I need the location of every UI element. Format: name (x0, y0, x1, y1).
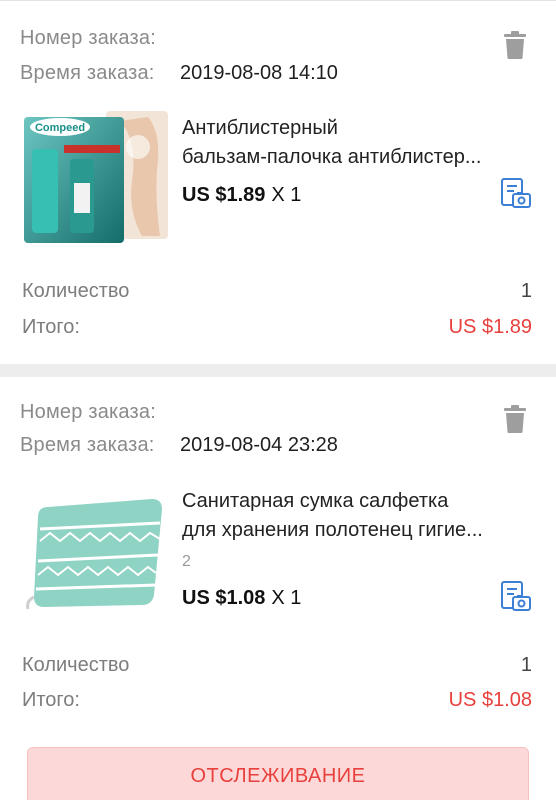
order-card: Номер заказа: Время заказа: 2019-08-08 1… (0, 0, 556, 364)
variant-text: 2 (182, 553, 191, 570)
product-title[interactable]: Антиблистерный бальзам-палочка антиблист… (182, 114, 534, 172)
item-quantity: X 1 (271, 587, 302, 609)
photo-review-icon[interactable] (500, 177, 532, 209)
order-time-value: 2019-08-04 23:28 (180, 434, 338, 456)
order-number-label: Номер заказа: (20, 401, 156, 423)
orders-page: Номер заказа: Время заказа: 2019-08-08 1… (0, 0, 556, 800)
order-time-label: Время заказа: (20, 434, 155, 456)
track-order-button[interactable]: ОТСЛЕЖИВАНИЕ (27, 747, 529, 800)
quantity-value: 1 (520, 280, 532, 302)
product-title[interactable]: Санитарная сумка салфетка для хранения п… (182, 487, 534, 545)
order-time-label: Время заказа: (20, 62, 155, 84)
total-label: Итого: (22, 689, 80, 711)
product-image[interactable] (20, 477, 170, 627)
item-price: US $1.89 (182, 184, 266, 206)
brand-logo-text: Compeed (35, 122, 85, 134)
trash-icon[interactable] (504, 405, 526, 433)
product-title-line: бальзам-палочка антиблистер... (182, 146, 482, 168)
product-image-graphic: Compeed (20, 101, 170, 251)
trash-icon[interactable] (504, 31, 526, 59)
product-title-line: Санитарная сумка салфетка (182, 490, 449, 512)
product-title-line: для хранения полотенец гигие... (182, 519, 483, 541)
quantity-label: Количество (22, 280, 130, 302)
total-value: US $1.08 (448, 689, 532, 711)
quantity-value: 1 (520, 654, 532, 676)
photo-review-icon[interactable] (500, 580, 532, 612)
item-quantity: X 1 (271, 184, 302, 206)
order-time-value: 2019-08-08 14:10 (180, 62, 338, 84)
price-row: US $1.89 X 1 (182, 184, 301, 207)
price-row: US $1.08 X 1 (182, 587, 301, 610)
order-card: Номер заказа: Время заказа: 2019-08-04 2… (0, 377, 556, 800)
product-image-graphic (20, 477, 170, 627)
order-number-label: Номер заказа: (20, 27, 156, 49)
total-value: US $1.89 (448, 316, 532, 338)
product-image[interactable]: Compeed (20, 101, 170, 251)
item-price: US $1.08 (182, 587, 266, 609)
product-title-line: Антиблистерный (182, 117, 338, 139)
quantity-label: Количество (22, 654, 130, 676)
total-label: Итого: (22, 316, 80, 338)
